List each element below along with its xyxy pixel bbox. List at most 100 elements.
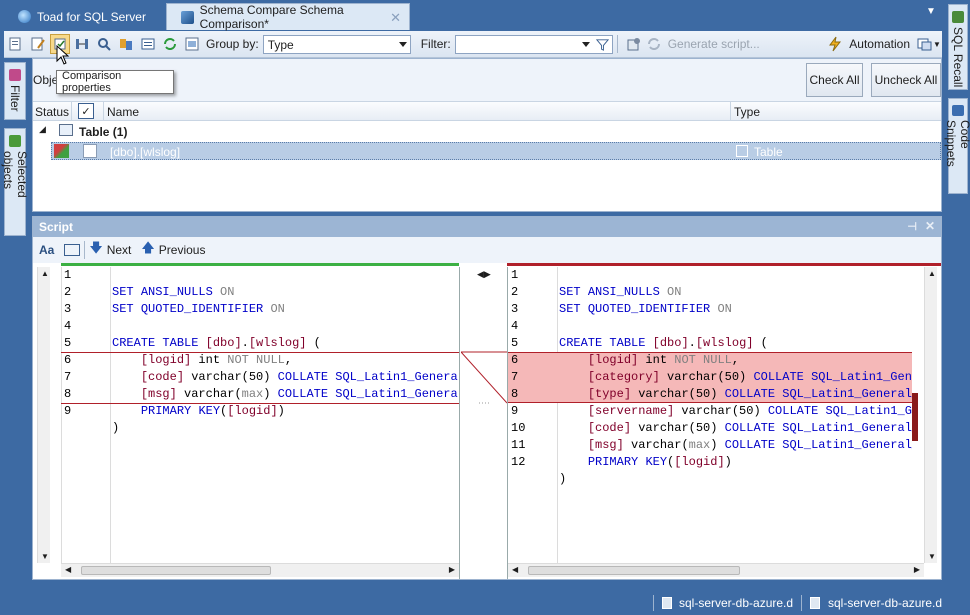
selected-objects-tab[interactable]: Selected objects xyxy=(1,128,29,236)
sql-recall-tab[interactable]: SQL Recall xyxy=(948,4,968,90)
code-snippets-tab[interactable]: Code Snippets xyxy=(944,98,970,194)
right-dock: SQL Recall Code Snippets xyxy=(944,0,970,590)
search-icon xyxy=(98,38,111,51)
filter-input[interactable] xyxy=(454,34,613,54)
generate-script-icon xyxy=(647,38,660,50)
chevron-down-icon xyxy=(581,41,590,47)
target-script-editor[interactable]: 1 2 3 4 5 6 7 8 9 10 11 12 SET ANSI_NULLS ON SET QU… xyxy=(507,263,941,579)
columns-icon xyxy=(76,39,88,49)
column-header-name[interactable]: Name xyxy=(107,105,139,119)
tab-toad-for-sql-server[interactable]: Toad for SQL Server xyxy=(4,3,162,30)
editor-border xyxy=(459,267,460,579)
filter-tab[interactable]: Filter xyxy=(4,62,26,120)
row-checkbox[interactable] xyxy=(83,144,97,158)
column-header-type[interactable]: Type xyxy=(734,105,760,119)
font-size-icon[interactable]: Aa xyxy=(39,243,54,257)
right-horizontal-scrollbar[interactable]: ◀ ▶ xyxy=(508,563,924,577)
funnel-icon[interactable] xyxy=(595,37,610,52)
scrollbar-thumb[interactable] xyxy=(528,566,740,575)
main-toolbar: Group by: Type Filter: Generate script..… xyxy=(4,31,942,58)
filter-label-toolbar: Filter: xyxy=(420,37,451,51)
close-tab-icon[interactable]: ✕ xyxy=(390,10,401,26)
editor-border xyxy=(507,267,508,579)
layout-dropdown-button[interactable]: ▼ xyxy=(916,34,942,54)
edit-document-icon xyxy=(31,37,45,51)
chevron-down-icon: ▼ xyxy=(933,39,941,49)
clear-highlight-icon[interactable] xyxy=(64,244,81,256)
diff-connector: ◀▶ xyxy=(461,263,507,579)
scroll-left-icon[interactable]: ◀ xyxy=(65,565,71,574)
line-number: 6 xyxy=(511,353,519,367)
scroll-down-icon[interactable]: ▼ xyxy=(41,552,49,561)
scroll-down-icon[interactable]: ▼ xyxy=(928,552,936,561)
close-panel-icon[interactable]: ✕ xyxy=(925,219,935,233)
line-number: 5 xyxy=(511,336,519,350)
status-different-icon xyxy=(54,144,69,158)
column-header-status[interactable]: Status xyxy=(35,105,69,119)
find-button[interactable] xyxy=(94,34,114,54)
tab-label: Toad for SQL Server xyxy=(37,9,146,24)
scroll-right-icon[interactable]: ▶ xyxy=(914,565,920,574)
column-divider[interactable] xyxy=(103,102,104,121)
select-all-checkbox[interactable]: ✓ xyxy=(78,103,94,119)
generate-script-icon-button[interactable] xyxy=(644,34,664,54)
gutter-line xyxy=(61,267,62,563)
selected-objects-icon xyxy=(9,135,21,147)
database-connection-icon xyxy=(662,597,672,609)
status-connection-2[interactable]: sql-server-db-azure.d xyxy=(828,596,942,610)
pin-icon[interactable]: ⊣ xyxy=(907,220,917,233)
target-marker-bar xyxy=(507,263,941,266)
scroll-up-icon[interactable]: ▲ xyxy=(41,269,49,278)
uncheck-all-button[interactable]: Uncheck All xyxy=(871,63,941,97)
database-connection-icon xyxy=(810,597,820,609)
line-numbers: 1 2 3 4 5 6 7 8 9 10 11 12 xyxy=(511,267,525,471)
group-by-select[interactable]: Type xyxy=(262,34,411,54)
scroll-up-icon[interactable]: ▲ xyxy=(928,269,936,278)
line-number: 1 xyxy=(511,268,519,282)
code-snippets-label: Code Snippets xyxy=(944,120,970,167)
left-horizontal-scrollbar[interactable]: ◀ ▶ xyxy=(61,563,459,577)
group-row-table[interactable]: ◢ Table (1) xyxy=(33,121,941,141)
fit-columns-button[interactable] xyxy=(72,34,92,54)
edit-comparison-button[interactable] xyxy=(28,34,48,54)
scrollbar-thumb[interactable] xyxy=(81,566,271,575)
details-button[interactable] xyxy=(138,34,158,54)
sync-button[interactable] xyxy=(116,34,136,54)
column-divider[interactable] xyxy=(730,102,731,121)
scroll-right-icon[interactable]: ▶ xyxy=(449,565,455,574)
scroll-left-icon[interactable]: ◀ xyxy=(512,565,518,574)
chevron-down-icon xyxy=(398,41,407,47)
right-vertical-scrollbar[interactable]: ▲ ▼ xyxy=(924,267,937,563)
line-number: 8 xyxy=(64,387,72,401)
next-difference-button[interactable]: Next xyxy=(107,243,132,257)
collapse-icon[interactable]: ◢ xyxy=(39,124,46,135)
tab-schema-comparison[interactable]: Schema Compare Schema Comparison* ✕ xyxy=(166,3,410,31)
line-number: 7 xyxy=(64,370,72,384)
column-divider[interactable] xyxy=(71,102,72,121)
line-number: 9 xyxy=(511,404,519,418)
status-separator xyxy=(801,595,802,611)
schema-compare-icon xyxy=(181,10,194,24)
target-code: SET ANSI_NULLS ON SET QUOTED_IDENTIFIER … xyxy=(559,285,912,486)
status-connection-1[interactable]: sql-server-db-azure.d xyxy=(679,596,793,610)
line-number: 7 xyxy=(511,370,519,384)
generate-script-button[interactable]: Generate script... xyxy=(668,37,760,51)
check-all-button[interactable]: Check All xyxy=(806,63,863,97)
group-button[interactable] xyxy=(182,34,202,54)
group-by-label: Group by: xyxy=(206,37,259,51)
automation-icon xyxy=(829,36,842,52)
toad-globe-icon xyxy=(18,10,31,23)
refresh-button[interactable] xyxy=(160,34,180,54)
options-button[interactable] xyxy=(624,34,644,54)
source-script-editor[interactable]: ▲ ▼ 1 2 3 4 5 6 7 8 9 SET ANSI_NULLS ON SET QUOT… xyxy=(33,263,461,579)
gutter-line xyxy=(557,267,558,563)
tab-list-dropdown-icon[interactable]: ▼ xyxy=(926,6,936,17)
new-comparison-button[interactable] xyxy=(6,34,26,54)
previous-difference-button[interactable]: Previous xyxy=(159,243,206,257)
table-row[interactable]: [dbo].[wlslog] Table xyxy=(51,142,941,160)
script-panel: Script ⊣ ✕ Aa 🡇 Next 🡅 Previous ▲ ▼ 1234… xyxy=(32,216,942,580)
automation-button[interactable]: Automation xyxy=(849,37,910,51)
left-overview-ruler[interactable]: ▲ ▼ xyxy=(37,267,50,563)
line-number: 8 xyxy=(511,387,519,401)
line-number: 4 xyxy=(64,319,72,333)
